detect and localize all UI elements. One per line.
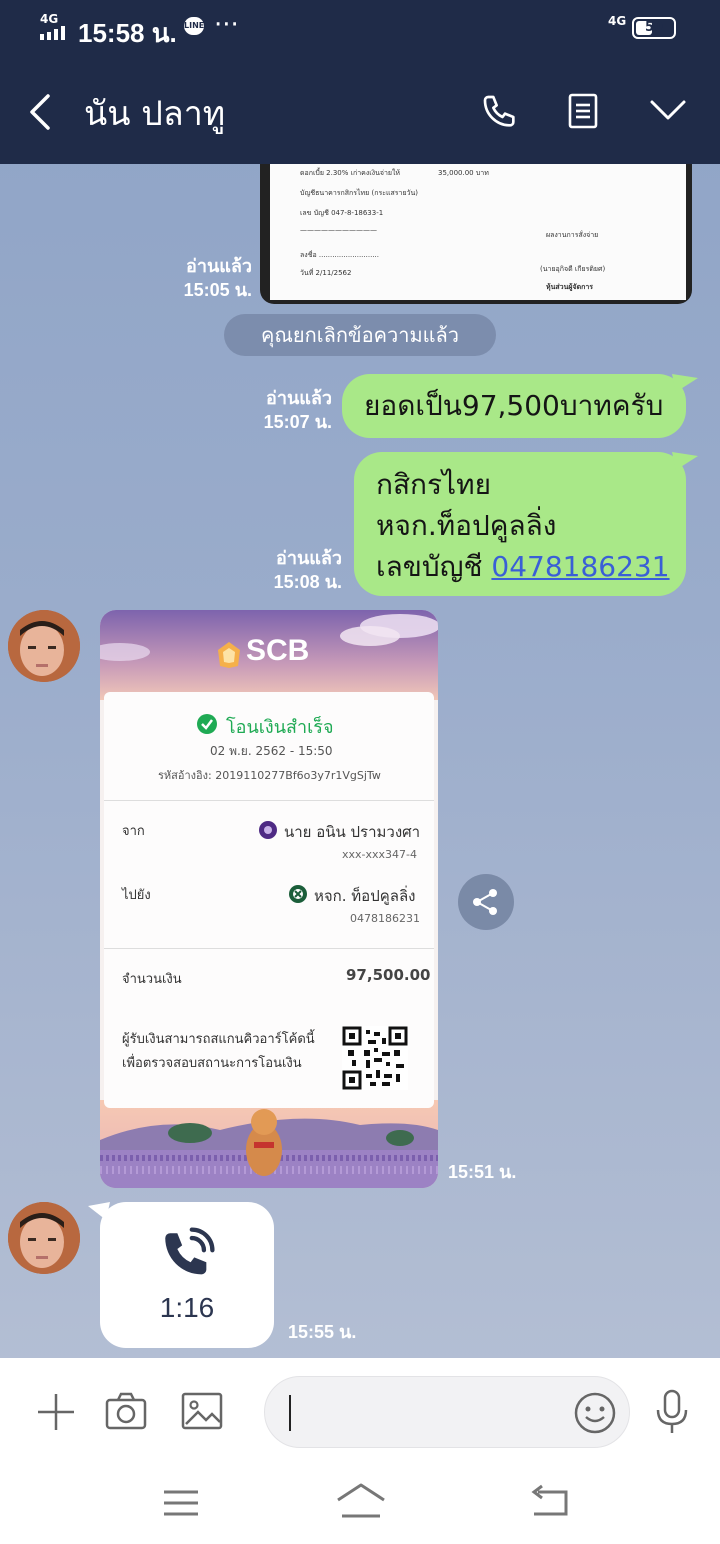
bubble-tail	[672, 452, 698, 470]
scb-logo-icon	[218, 642, 240, 668]
more-notifications: ···	[214, 10, 239, 40]
camera-icon[interactable]	[104, 1390, 148, 1434]
qr-code-icon	[342, 1026, 408, 1090]
phone-icon[interactable]	[480, 92, 520, 132]
doc-signer: (นายอุกิจดี เกียรติยศ)	[540, 265, 606, 273]
data-type: 4G	[608, 14, 627, 28]
status-bar: 4G 15:58 น. LINE ··· 4G 50	[0, 0, 720, 58]
avatar[interactable]	[8, 1202, 80, 1274]
message-time: 15:51 น.	[448, 1162, 517, 1182]
to-label: ไปยัง	[122, 888, 151, 903]
read-receipt: อ่านแล้ว	[266, 388, 332, 408]
read-receipt: อ่านแล้ว	[186, 256, 252, 276]
transfer-datetime: 02 พ.ย. 2562 - 15:50	[210, 744, 333, 758]
account-number-link[interactable]: 0478186231	[491, 550, 669, 583]
message-text: ยอดเป็น97,500บาทครับ	[364, 389, 664, 422]
battery-icon: 50	[632, 17, 676, 39]
message-time: 15:08 น.	[273, 572, 342, 592]
transfer-amount: 97,500.00	[346, 966, 431, 984]
chevron-down-icon[interactable]	[648, 96, 688, 124]
message-text-line: กสิกรไทย	[376, 468, 491, 501]
call-duration: 1:16	[159, 1292, 215, 1323]
share-button[interactable]	[458, 874, 514, 930]
message-text-line: หจก.ท็อปคูลลิ่ง	[376, 509, 557, 542]
qr-note: เพื่อตรวจสอบสถานะการโอนเงิน	[122, 1056, 302, 1071]
message-meta: อ่านแล้ว 15:05 น.	[160, 254, 252, 302]
emoji-icon[interactable]	[573, 1391, 617, 1435]
from-label: จาก	[122, 824, 145, 839]
from-name: นาย อนิน ปรามวงศา	[284, 823, 421, 841]
plus-icon[interactable]	[34, 1390, 78, 1434]
bubble-tail	[672, 374, 698, 392]
system-navigation-bar	[0, 1466, 720, 1544]
chat-title: นัน ปลาทู	[84, 94, 226, 134]
doc-date: วันที่ 2/11/2562	[300, 269, 352, 277]
message-time: 15:55 น.	[288, 1322, 357, 1342]
transfer-receipt-image[interactable]: SCB โอนเงินสำเร็จ 02 พ.ย. 2562 - 15:50 ร…	[100, 610, 438, 1188]
line-app-icon: LINE	[184, 17, 204, 35]
document-page: ดอกเบี้ย 2.30% เก่าคงเงินจ่ายให้ 35,000.…	[270, 164, 686, 300]
battery-level: 50	[644, 20, 664, 35]
message-text-line: เลขบัญชี	[376, 550, 492, 583]
message-time: 15:07 น.	[263, 412, 332, 432]
menu-icon[interactable]	[162, 1486, 200, 1520]
doc-signer-role: หุ้นส่วนผู้จัดการ	[546, 283, 594, 291]
to-account: 0478186231	[350, 912, 420, 925]
divider	[104, 948, 434, 949]
avatar-image	[8, 610, 80, 682]
qr-note: ผู้รับเงินสามารถสแกนคิวอาร์โค้ดนี้	[122, 1032, 315, 1047]
doc-line: ———————————	[300, 226, 377, 234]
to-name: หจก. ท็อปคูลลิ่ง	[314, 887, 416, 905]
doc-approver: ผลงานการสั่งจ่าย	[546, 231, 599, 239]
message-meta: อ่านแล้ว 15:07 น.	[236, 386, 332, 434]
doc-line: บัญชีธนาคารกสิกรไทย (กระแสรายวัน)	[300, 189, 419, 197]
status-time: 15:58 น.	[78, 18, 177, 48]
transfer-reference: รหัสอ้างอิง: 2019110277Bf6o3y7r1VgSjTw	[158, 769, 381, 782]
doc-signature: ลงชื่อ ...........................	[300, 251, 379, 259]
image-icon[interactable]	[180, 1390, 224, 1434]
document-image-message[interactable]: ดอกเบี้ย 2.30% เก่าคงเงินจ่ายให้ 35,000.…	[260, 164, 692, 304]
from-account: xxx-xxx347-4	[342, 848, 417, 861]
back-icon[interactable]	[26, 92, 54, 132]
outgoing-message[interactable]: ยอดเป็น97,500บาทครับ	[342, 374, 686, 438]
check-icon	[197, 714, 217, 734]
read-receipt: อ่านแล้ว	[276, 548, 342, 568]
message-time: 15:05 น.	[183, 280, 252, 300]
notes-icon[interactable]	[566, 92, 602, 132]
kbank-icon	[289, 885, 307, 903]
signal-icon	[40, 26, 65, 40]
chat-header: นัน ปลาทู	[0, 58, 720, 164]
message-meta: อ่านแล้ว 15:08 น.	[250, 546, 342, 594]
share-icon	[473, 889, 497, 915]
home-icon[interactable]	[336, 1482, 386, 1522]
doc-line: เลข บัญชี 047-8-18633-1	[300, 209, 384, 217]
doc-line: 35,000.00 บาท	[438, 169, 489, 177]
outgoing-message[interactable]: กสิกรไทย หจก.ท็อปคูลลิ่ง เลขบัญชี 047818…	[354, 452, 686, 596]
mic-icon[interactable]	[652, 1388, 692, 1436]
divider	[104, 800, 434, 801]
bank-name: SCB	[246, 634, 310, 667]
amount-label: จำนวนเงิน	[122, 972, 182, 987]
message-input-bar	[0, 1358, 720, 1466]
avatar[interactable]	[8, 610, 80, 682]
call-icon	[165, 1227, 215, 1275]
back-nav-icon[interactable]	[528, 1484, 570, 1520]
system-notice: คุณยกเลิกข้อความแล้ว	[224, 314, 496, 356]
text-cursor	[289, 1395, 291, 1431]
message-input[interactable]	[264, 1376, 630, 1448]
doc-line: ดอกเบี้ย 2.30% เก่าคงเงินจ่ายให้	[300, 169, 401, 177]
scb-bank-icon	[259, 821, 277, 839]
voice-call-message[interactable]: 1:16	[100, 1202, 274, 1348]
avatar-image	[8, 1202, 80, 1274]
network-type: 4G	[40, 12, 59, 26]
transfer-status: โอนเงินสำเร็จ	[226, 717, 334, 738]
